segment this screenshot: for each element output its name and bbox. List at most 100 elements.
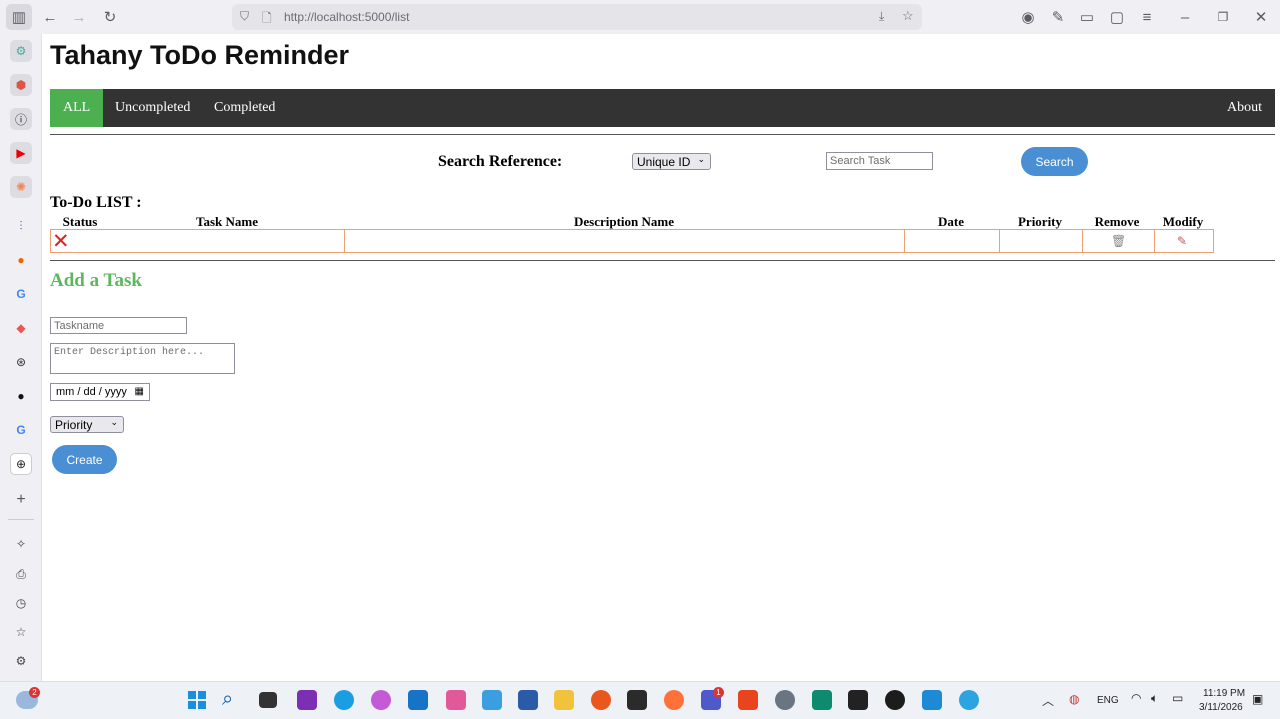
container-icon[interactable]: ▭ <box>1074 4 1100 30</box>
file-explorer-icon[interactable] <box>554 690 574 710</box>
windows-start-icon[interactable] <box>188 691 206 709</box>
clock-time[interactable]: 11:19 PM <box>1203 688 1245 699</box>
column-header-date: Date <box>938 214 964 229</box>
calendar-icon[interactable]: ▦ <box>135 386 144 397</box>
volume-icon[interactable]: 🔈︎ <box>1151 691 1158 706</box>
task-view-icon[interactable] <box>259 692 277 708</box>
reload-icon[interactable]: ↻ <box>97 4 123 30</box>
vscode-icon[interactable] <box>922 690 942 710</box>
extensions-icon[interactable]: ✎ <box>1045 4 1071 30</box>
sidebar-app-icon[interactable]: ⫶ <box>10 215 32 237</box>
start-tile <box>188 701 196 709</box>
address-bar[interactable]: ⛉ 🗋 http://localhost:5000/list ⤓ ☆ <box>232 4 922 30</box>
url-text: http://localhost:5000/list <box>284 10 410 24</box>
clock-date[interactable]: 3/11/2026 <box>1199 702 1243 713</box>
nav-completed[interactable]: Completed <box>201 89 288 127</box>
notification-icon[interactable]: ▣ <box>1252 692 1263 706</box>
settings-gear-icon[interactable]: ⚙ <box>10 650 32 672</box>
nav-about[interactable]: About <box>1214 89 1275 127</box>
chatgpt-icon[interactable]: ⊛ <box>10 351 32 373</box>
app-icon[interactable] <box>738 690 758 710</box>
search-reference-select[interactable]: Unique ID ⌄ <box>632 153 711 170</box>
google-icon[interactable]: G <box>10 419 32 441</box>
sidebar-divider <box>8 519 34 520</box>
taskbar: 2 ⌕ 1 ︿ ◍ ENG ◠ 🔈︎ ▭ 11:19 PM 3/11/2026 … <box>0 681 1280 719</box>
reader-icon[interactable]: ▢ <box>1104 4 1130 30</box>
chevron-down-icon: ⌄ <box>110 417 118 427</box>
edit-icon[interactable]: ✎ <box>1177 234 1187 248</box>
youtube-icon[interactable]: ▶ <box>10 142 32 164</box>
teams-badge: 1 <box>713 687 724 698</box>
sidebar-toggle-icon[interactable]: ▥ <box>6 4 32 30</box>
github-icon[interactable]: ● <box>10 385 32 407</box>
sidebar-app-icon[interactable]: ⚙ <box>10 40 32 62</box>
synced-tabs-icon[interactable]: ⎙ <box>10 563 32 585</box>
firefox-taskbar-icon[interactable] <box>664 690 684 710</box>
column-header-remove: Remove <box>1094 214 1140 229</box>
shield-icon: ⛉ <box>240 9 250 23</box>
column-header-description: Description Name <box>573 214 675 229</box>
menu-icon[interactable]: ≡ <box>1134 4 1160 30</box>
divider <box>50 134 1275 135</box>
minimize-icon[interactable]: – <box>1172 4 1198 30</box>
chevron-up-icon[interactable]: ︿ <box>1042 692 1054 709</box>
bookmark-star-icon[interactable]: ☆ <box>902 8 914 24</box>
powershell-icon[interactable] <box>518 690 538 710</box>
sidebar-app-icon[interactable]: ⬢ <box>10 74 32 96</box>
forward-icon[interactable]: → <box>66 4 92 30</box>
app-icon[interactable] <box>848 690 868 710</box>
not-completed-x-icon[interactable]: ✕ <box>52 230 70 252</box>
priority-select[interactable]: Priority ⌄ <box>50 416 124 433</box>
add-icon[interactable]: + <box>10 489 32 511</box>
photos-icon[interactable] <box>482 690 502 710</box>
date-input[interactable]: mm / dd / yyyy ▦ <box>50 383 150 401</box>
description-textarea[interactable]: Enter Description here... <box>50 343 235 374</box>
table-row: ✕ 🗑 ✎ <box>50 229 1214 253</box>
search-icon[interactable]: ⌕ <box>222 688 233 711</box>
sidebar-app-icon[interactable]: ✺ <box>10 176 32 198</box>
history-icon[interactable]: ◷ <box>10 592 32 614</box>
terminal-icon[interactable] <box>627 690 647 710</box>
search-button[interactable]: Search <box>1021 147 1088 176</box>
priority-value: Priority <box>55 417 93 432</box>
battery-icon[interactable]: ▭ <box>1172 691 1183 705</box>
browser-sidebar: ⚙ ⬢ ⓘ ▶ ✺ ⫶ ● G ◆ ⊛ ● G ⊕ + ✧ ⎙ ◷ ☆ ⚙ <box>0 34 42 681</box>
settings-icon[interactable] <box>775 690 795 710</box>
edge-icon[interactable] <box>334 690 354 710</box>
search-reference-label: Search Reference: <box>438 153 563 170</box>
bookmarks-icon[interactable]: ☆ <box>10 621 32 643</box>
search-input[interactable]: Search Task <box>826 152 933 170</box>
chevron-down-icon: ⌄ <box>697 154 705 164</box>
ubuntu-icon[interactable] <box>591 690 611 710</box>
sidebar-app-icon[interactable]: ◆ <box>10 317 32 339</box>
google-icon[interactable]: G <box>10 283 32 305</box>
wifi-icon[interactable]: ◠ <box>1131 691 1141 705</box>
trash-icon[interactable]: 🗑 <box>1111 234 1126 248</box>
restore-icon[interactable]: ❐ <box>1210 4 1236 30</box>
info-icon[interactable]: ⓘ <box>10 108 32 130</box>
back-icon[interactable]: ← <box>37 4 63 30</box>
add-task-title: Add a Task <box>50 270 142 291</box>
media-player-icon[interactable] <box>885 690 905 710</box>
snipping-tool-icon[interactable] <box>446 690 466 710</box>
language-indicator[interactable]: ENG <box>1097 695 1119 706</box>
account-icon[interactable]: ◉ <box>1015 4 1041 30</box>
nav-all[interactable]: ALL <box>50 89 104 127</box>
page-icon: 🗋 <box>262 11 272 25</box>
close-icon[interactable]: ✕ <box>1248 4 1274 30</box>
nav-uncompleted[interactable]: Uncompleted <box>102 89 203 127</box>
ai-sparkle-icon[interactable]: ✧ <box>10 533 32 555</box>
copilot-icon[interactable] <box>371 690 391 710</box>
taskname-input[interactable]: Taskname <box>50 317 187 334</box>
app-icon[interactable] <box>959 690 979 710</box>
store-icon[interactable] <box>408 690 428 710</box>
firefox-icon[interactable]: ● <box>10 249 32 271</box>
onenote-icon[interactable] <box>297 690 317 710</box>
create-button[interactable]: Create <box>52 445 117 474</box>
cell-divider <box>344 230 345 252</box>
tray-app-icon[interactable]: ◍ <box>1069 692 1079 706</box>
app-icon[interactable] <box>812 690 832 710</box>
download-icon[interactable]: ⤓ <box>879 9 884 24</box>
page-title: Tahany ToDo Reminder <box>50 40 350 70</box>
globe-icon[interactable]: ⊕ <box>10 453 32 475</box>
